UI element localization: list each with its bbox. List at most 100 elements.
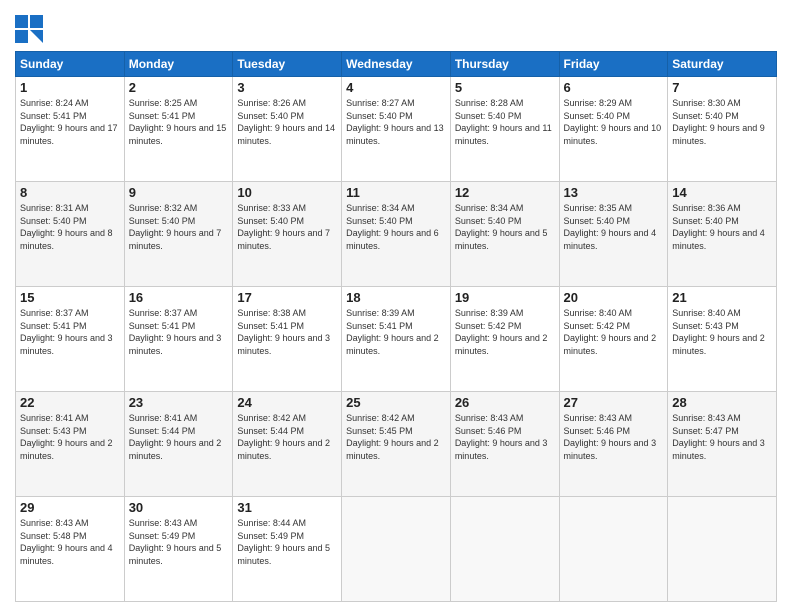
table-row: 15 Sunrise: 8:37 AMSunset: 5:41 PMDayligh…	[16, 287, 125, 392]
day-info: Sunrise: 8:34 AMSunset: 5:40 PMDaylight:…	[346, 202, 446, 252]
day-number: 10	[237, 185, 337, 200]
day-info: Sunrise: 8:39 AMSunset: 5:42 PMDaylight:…	[455, 307, 555, 357]
day-number: 12	[455, 185, 555, 200]
day-number: 14	[672, 185, 772, 200]
col-friday: Friday	[559, 52, 668, 77]
day-info: Sunrise: 8:24 AMSunset: 5:41 PMDaylight:…	[20, 97, 120, 147]
table-row: 20 Sunrise: 8:40 AMSunset: 5:42 PMDayligh…	[559, 287, 668, 392]
day-number: 17	[237, 290, 337, 305]
day-number: 29	[20, 500, 120, 515]
day-number: 25	[346, 395, 446, 410]
page: Sunday Monday Tuesday Wednesday Thursday…	[0, 0, 792, 612]
table-row: 9 Sunrise: 8:32 AMSunset: 5:40 PMDaylight…	[124, 182, 233, 287]
table-row: 26Sunrise: 8:43 AMSunset: 5:46 PMDayligh…	[450, 392, 559, 497]
col-thursday: Thursday	[450, 52, 559, 77]
table-row: 29 Sunrise: 8:43 AMSunset: 5:48 PMDayligh…	[16, 497, 125, 602]
calendar-week-row: 29 Sunrise: 8:43 AMSunset: 5:48 PMDayligh…	[16, 497, 777, 602]
day-info: Sunrise: 8:40 AMSunset: 5:43 PMDaylight:…	[672, 307, 772, 357]
calendar-header-row: Sunday Monday Tuesday Wednesday Thursday…	[16, 52, 777, 77]
table-row: 6 Sunrise: 8:29 AMSunset: 5:40 PMDaylight…	[559, 77, 668, 182]
calendar-table: Sunday Monday Tuesday Wednesday Thursday…	[15, 51, 777, 602]
day-info: Sunrise: 8:39 AMSunset: 5:41 PMDaylight:…	[346, 307, 446, 357]
table-row: 1 Sunrise: 8:24 AMSunset: 5:41 PMDaylight…	[16, 77, 125, 182]
table-row: 21 Sunrise: 8:40 AMSunset: 5:43 PMDayligh…	[668, 287, 777, 392]
day-number: 3	[237, 80, 337, 95]
table-row: 17 Sunrise: 8:38 AMSunset: 5:41 PMDayligh…	[233, 287, 342, 392]
day-number: 27	[564, 395, 664, 410]
day-info: Sunrise: 8:26 AMSunset: 5:40 PMDaylight:…	[237, 97, 337, 147]
day-info: Sunrise: 8:36 AMSunset: 5:40 PMDaylight:…	[672, 202, 772, 252]
col-wednesday: Wednesday	[342, 52, 451, 77]
day-info: Sunrise: 8:28 AMSunset: 5:40 PMDaylight:…	[455, 97, 555, 147]
day-info: Sunrise: 8:32 AMSunset: 5:40 PMDaylight:…	[129, 202, 229, 252]
day-number: 18	[346, 290, 446, 305]
day-info: Sunrise: 8:37 AMSunset: 5:41 PMDaylight:…	[20, 307, 120, 357]
table-row	[559, 497, 668, 602]
table-row: 19 Sunrise: 8:39 AMSunset: 5:42 PMDayligh…	[450, 287, 559, 392]
table-row: 10 Sunrise: 8:33 AMSunset: 5:40 PMDayligh…	[233, 182, 342, 287]
day-info: Sunrise: 8:29 AMSunset: 5:40 PMDaylight:…	[564, 97, 664, 147]
day-info: Sunrise: 8:43 AMSunset: 5:46 PMDaylight:…	[564, 412, 664, 462]
day-info: Sunrise: 8:33 AMSunset: 5:40 PMDaylight:…	[237, 202, 337, 252]
table-row: 24Sunrise: 8:42 AMSunset: 5:44 PMDayligh…	[233, 392, 342, 497]
calendar-week-row: 8 Sunrise: 8:31 AMSunset: 5:40 PMDaylight…	[16, 182, 777, 287]
table-row: 16 Sunrise: 8:37 AMSunset: 5:41 PMDayligh…	[124, 287, 233, 392]
day-number: 7	[672, 80, 772, 95]
day-number: 30	[129, 500, 229, 515]
table-row: 14 Sunrise: 8:36 AMSunset: 5:40 PMDayligh…	[668, 182, 777, 287]
day-info: Sunrise: 8:30 AMSunset: 5:40 PMDaylight:…	[672, 97, 772, 147]
day-info: Sunrise: 8:44 AMSunset: 5:49 PMDaylight:…	[237, 517, 337, 567]
day-info: Sunrise: 8:35 AMSunset: 5:40 PMDaylight:…	[564, 202, 664, 252]
day-info: Sunrise: 8:43 AMSunset: 5:47 PMDaylight:…	[672, 412, 772, 462]
day-number: 24	[237, 395, 337, 410]
table-row	[342, 497, 451, 602]
day-number: 2	[129, 80, 229, 95]
col-tuesday: Tuesday	[233, 52, 342, 77]
calendar-week-row: 22Sunrise: 8:41 AMSunset: 5:43 PMDayligh…	[16, 392, 777, 497]
day-number: 1	[20, 80, 120, 95]
day-number: 5	[455, 80, 555, 95]
col-monday: Monday	[124, 52, 233, 77]
header	[15, 15, 777, 43]
day-number: 16	[129, 290, 229, 305]
day-number: 9	[129, 185, 229, 200]
calendar-week-row: 15 Sunrise: 8:37 AMSunset: 5:41 PMDayligh…	[16, 287, 777, 392]
table-row: 7 Sunrise: 8:30 AMSunset: 5:40 PMDaylight…	[668, 77, 777, 182]
day-number: 11	[346, 185, 446, 200]
table-row	[450, 497, 559, 602]
table-row: 18 Sunrise: 8:39 AMSunset: 5:41 PMDayligh…	[342, 287, 451, 392]
table-row: 4Sunrise: 8:27 AMSunset: 5:40 PMDaylight…	[342, 77, 451, 182]
day-info: Sunrise: 8:43 AMSunset: 5:48 PMDaylight:…	[20, 517, 120, 567]
table-row: 2Sunrise: 8:25 AMSunset: 5:41 PMDaylight…	[124, 77, 233, 182]
table-row: 12 Sunrise: 8:34 AMSunset: 5:40 PMDayligh…	[450, 182, 559, 287]
table-row: 8 Sunrise: 8:31 AMSunset: 5:40 PMDaylight…	[16, 182, 125, 287]
day-number: 23	[129, 395, 229, 410]
day-info: Sunrise: 8:31 AMSunset: 5:40 PMDaylight:…	[20, 202, 120, 252]
day-number: 8	[20, 185, 120, 200]
day-number: 21	[672, 290, 772, 305]
table-row	[668, 497, 777, 602]
day-info: Sunrise: 8:27 AMSunset: 5:40 PMDaylight:…	[346, 97, 446, 147]
calendar-week-row: 1 Sunrise: 8:24 AMSunset: 5:41 PMDaylight…	[16, 77, 777, 182]
day-info: Sunrise: 8:41 AMSunset: 5:43 PMDaylight:…	[20, 412, 120, 462]
day-number: 19	[455, 290, 555, 305]
table-row: 13 Sunrise: 8:35 AMSunset: 5:40 PMDayligh…	[559, 182, 668, 287]
day-info: Sunrise: 8:38 AMSunset: 5:41 PMDaylight:…	[237, 307, 337, 357]
table-row: 3 Sunrise: 8:26 AMSunset: 5:40 PMDaylight…	[233, 77, 342, 182]
day-info: Sunrise: 8:43 AMSunset: 5:49 PMDaylight:…	[129, 517, 229, 567]
day-info: Sunrise: 8:40 AMSunset: 5:42 PMDaylight:…	[564, 307, 664, 357]
day-info: Sunrise: 8:34 AMSunset: 5:40 PMDaylight:…	[455, 202, 555, 252]
table-row: 5 Sunrise: 8:28 AMSunset: 5:40 PMDaylight…	[450, 77, 559, 182]
day-info: Sunrise: 8:41 AMSunset: 5:44 PMDaylight:…	[129, 412, 229, 462]
col-sunday: Sunday	[16, 52, 125, 77]
logo-icon	[15, 15, 43, 43]
day-number: 6	[564, 80, 664, 95]
table-row: 31Sunrise: 8:44 AMSunset: 5:49 PMDayligh…	[233, 497, 342, 602]
day-number: 20	[564, 290, 664, 305]
logo	[15, 15, 47, 43]
day-info: Sunrise: 8:37 AMSunset: 5:41 PMDaylight:…	[129, 307, 229, 357]
day-number: 13	[564, 185, 664, 200]
day-number: 15	[20, 290, 120, 305]
table-row: 30 Sunrise: 8:43 AMSunset: 5:49 PMDayligh…	[124, 497, 233, 602]
table-row: 28Sunrise: 8:43 AMSunset: 5:47 PMDayligh…	[668, 392, 777, 497]
